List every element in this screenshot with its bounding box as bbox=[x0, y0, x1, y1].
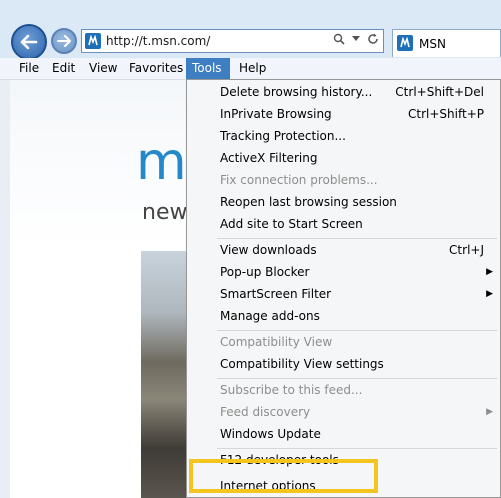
menu-item-label: Windows Update bbox=[220, 427, 321, 441]
chevron-down-icon[interactable] bbox=[352, 36, 360, 42]
menu-item-label: Delete browsing history... bbox=[220, 85, 373, 99]
menu-item-label: Fix connection problems... bbox=[220, 173, 378, 187]
menu-item-popup-blocker[interactable]: Pop-up Blocker ▶ bbox=[187, 261, 500, 283]
menu-item-subscribe-to-feed: Subscribe to this feed... bbox=[187, 379, 500, 401]
menu-item-smartscreen-filter[interactable]: SmartScreen Filter ▶ bbox=[187, 283, 500, 305]
menu-item-label: Compatibility View bbox=[220, 335, 333, 349]
menu-item-label: View downloads bbox=[220, 243, 317, 257]
menu-item-internet-options[interactable]: Internet options bbox=[187, 475, 500, 497]
page-left-edge bbox=[0, 80, 10, 498]
tab-msn[interactable]: MSN bbox=[392, 29, 501, 57]
msn-logo[interactable]: m bbox=[136, 132, 187, 192]
browser-chrome: http://t.msn.com/ MSN bbox=[0, 0, 501, 60]
msn-favicon-icon bbox=[85, 33, 101, 49]
menu-item-label: Reopen last browsing session bbox=[220, 195, 397, 209]
menu-help[interactable]: Help bbox=[233, 58, 272, 79]
menu-item-reopen-last-session[interactable]: Reopen last browsing session bbox=[187, 191, 500, 213]
forward-button[interactable] bbox=[51, 28, 77, 54]
menu-item-label: SmartScreen Filter bbox=[220, 287, 332, 301]
menu-item-inprivate-browsing[interactable]: InPrivate Browsing Ctrl+Shift+P bbox=[187, 103, 500, 125]
address-bar[interactable]: http://t.msn.com/ bbox=[81, 29, 384, 53]
forward-arrow-icon bbox=[57, 35, 71, 47]
menu-favorites[interactable]: Favorites bbox=[123, 58, 189, 79]
tab-label: MSN bbox=[419, 37, 446, 51]
menu-item-compatibility-view-settings[interactable]: Compatibility View settings bbox=[187, 353, 500, 375]
menu-item-label: Manage add-ons bbox=[220, 309, 320, 323]
menu-item-feed-discovery: Feed discovery ▶ bbox=[187, 401, 500, 423]
news-photo[interactable] bbox=[141, 251, 189, 498]
menu-item-label: InPrivate Browsing bbox=[220, 107, 332, 121]
msn-favicon-icon bbox=[397, 35, 413, 51]
menu-view[interactable]: View bbox=[83, 58, 123, 79]
menu-item-label: F12 developer tools bbox=[220, 453, 339, 467]
menu-item-label: Add site to Start Screen bbox=[220, 217, 363, 231]
search-icon[interactable] bbox=[333, 33, 345, 45]
menu-item-fix-connection-problems: Fix connection problems... bbox=[187, 169, 500, 191]
back-arrow-icon bbox=[20, 34, 38, 50]
submenu-arrow-icon: ▶ bbox=[486, 407, 493, 417]
menu-item-add-site-to-start[interactable]: Add site to Start Screen bbox=[187, 213, 500, 235]
menu-item-shortcut: Ctrl+Shift+P bbox=[408, 107, 484, 121]
menu-item-f12-developer-tools[interactable]: F12 developer tools bbox=[187, 449, 500, 471]
menu-tools[interactable]: Tools bbox=[186, 58, 230, 79]
tools-menu: Delete browsing history... Ctrl+Shift+De… bbox=[186, 79, 501, 498]
back-button[interactable] bbox=[11, 24, 47, 60]
refresh-icon[interactable] bbox=[367, 33, 379, 45]
menu-item-label: Internet options bbox=[220, 479, 316, 493]
menu-item-label: ActiveX Filtering bbox=[220, 151, 318, 165]
submenu-arrow-icon: ▶ bbox=[486, 267, 493, 277]
menu-item-label: Pop-up Blocker bbox=[220, 265, 310, 279]
menu-item-shortcut: Ctrl+J bbox=[449, 243, 484, 257]
menu-item-compatibility-view: Compatibility View bbox=[187, 331, 500, 353]
menu-item-windows-update[interactable]: Windows Update bbox=[187, 423, 500, 445]
submenu-arrow-icon: ▶ bbox=[486, 289, 493, 299]
menu-item-label: Compatibility View settings bbox=[220, 357, 384, 371]
menu-item-shortcut: Ctrl+Shift+Del bbox=[395, 85, 484, 99]
address-url: http://t.msn.com/ bbox=[106, 34, 211, 48]
menu-item-label: Subscribe to this feed... bbox=[220, 383, 363, 397]
menu-item-label: Feed discovery bbox=[220, 405, 311, 419]
menu-item-manage-add-ons[interactable]: Manage add-ons bbox=[187, 305, 500, 327]
menu-item-activex-filtering[interactable]: ActiveX Filtering bbox=[187, 147, 500, 169]
menu-file[interactable]: File bbox=[13, 58, 45, 79]
menu-edit[interactable]: Edit bbox=[46, 58, 81, 79]
menu-bar: File Edit View Favorites Tools Help bbox=[0, 58, 501, 80]
title-strip bbox=[0, 0, 501, 22]
menu-item-label: Tracking Protection... bbox=[220, 129, 346, 143]
menu-item-delete-browsing-history[interactable]: Delete browsing history... Ctrl+Shift+De… bbox=[187, 81, 500, 103]
menu-item-tracking-protection[interactable]: Tracking Protection... bbox=[187, 125, 500, 147]
menu-item-view-downloads[interactable]: View downloads Ctrl+J bbox=[187, 239, 500, 261]
